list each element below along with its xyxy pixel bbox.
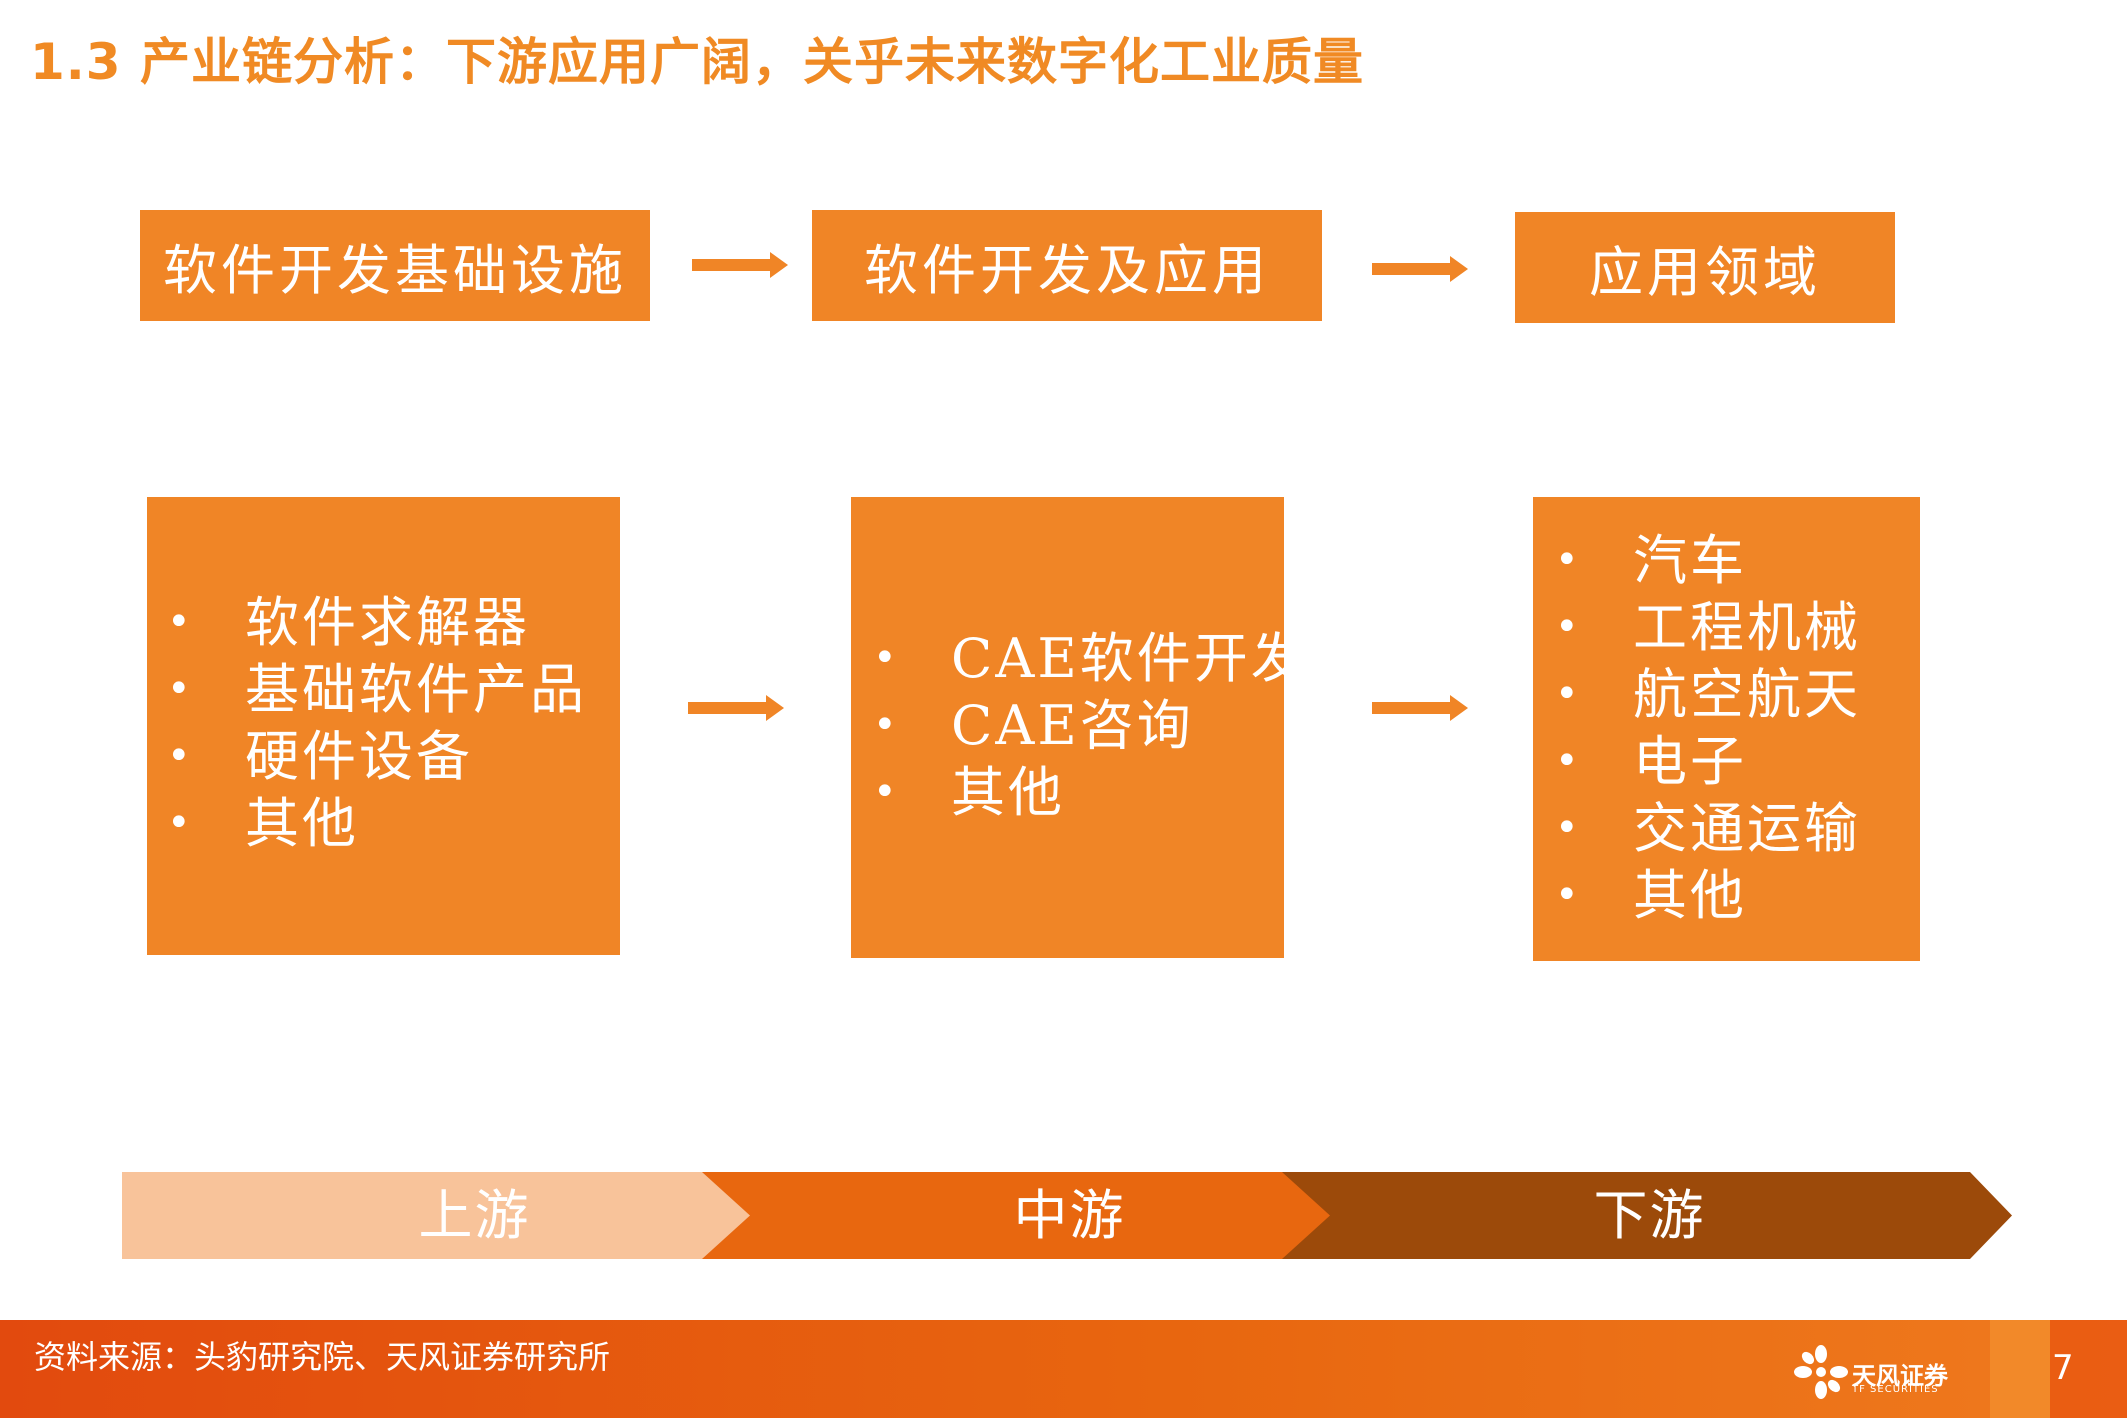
list-item: • 硬件设备 [167, 725, 473, 788]
bullet-icon: • [167, 733, 194, 779]
bullet-icon: • [1555, 537, 1582, 583]
flower-logo-icon [1794, 1345, 1848, 1399]
list-item: • 软件求解器 [167, 591, 530, 654]
bullet-icon: • [1555, 872, 1582, 918]
list-item: • 交通运输 [1555, 797, 1861, 860]
page-title: 1.3 产业链分析：下游应用广阔，关乎未来数字化工业质量 [30, 33, 1364, 91]
stage-items-infrastructure: • 软件求解器 • 基础软件产品 • 硬件设备 • 其他 [147, 497, 620, 955]
right-arrow-icon [688, 695, 784, 721]
bullet-icon: • [167, 599, 194, 645]
page-number: 7 [2052, 1348, 2074, 1388]
bullet-icon: • [1555, 805, 1582, 851]
stage-header-infrastructure: 软件开发基础设施 [140, 210, 650, 321]
list-item: • CAE咨询 [873, 694, 1194, 757]
bullet-icon: • [167, 666, 194, 712]
list-item: • 航空航天 [1555, 663, 1861, 726]
list-item: • 其他 [167, 792, 359, 855]
right-arrow-icon [692, 252, 788, 278]
list-item: • CAE软件开发 [873, 627, 1308, 690]
brand-logo-subtitle: TF SECURITIES [1852, 1384, 1939, 1395]
list-item: • 工程机械 [1555, 596, 1861, 659]
list-item: • 其他 [873, 761, 1065, 824]
list-item: • 电子 [1555, 730, 1747, 793]
stage-header-label: 软件开发基础设施 [163, 239, 627, 302]
flow-label-downstream: 下游 [1593, 1184, 1706, 1247]
bullet-icon: • [167, 800, 194, 846]
bullet-icon: • [1555, 604, 1582, 650]
stage-items-development: • CAE软件开发 • CAE咨询 • 其他 [851, 497, 1305, 958]
stage-header-application: 应用领域 [1515, 212, 1895, 323]
bullet-icon: • [873, 769, 900, 815]
stage-header-label: 软件开发及应用 [864, 239, 1270, 302]
bullet-icon: • [1555, 738, 1582, 784]
source-note: 资料来源：头豹研究院、天风证券研究所 [34, 1338, 611, 1376]
stage-items-application: • 汽车 • 工程机械 • 航空航天 • 电子 • 交通运输 • 其他 [1533, 497, 1920, 961]
bullet-icon: • [1555, 671, 1582, 717]
right-arrow-icon [1372, 695, 1468, 721]
stage-header-development: 软件开发及应用 [812, 210, 1322, 321]
right-arrow-icon [1372, 256, 1468, 282]
list-item: • 基础软件产品 [167, 658, 587, 721]
list-item: • 其他 [1555, 864, 1747, 927]
bullet-icon: • [873, 702, 900, 748]
stage-header-label: 应用领域 [1589, 241, 1821, 304]
bullet-icon: • [873, 635, 900, 681]
list-item: • 汽车 [1555, 529, 1747, 592]
